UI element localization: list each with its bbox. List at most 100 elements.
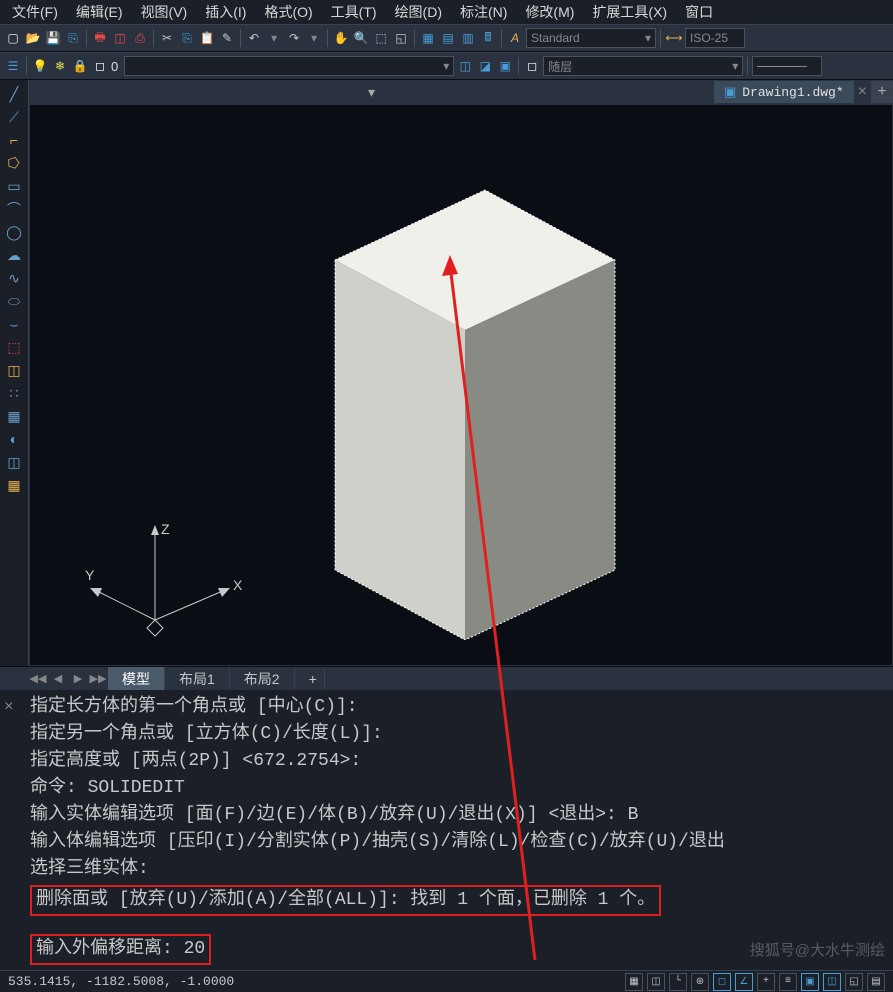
saveall-icon[interactable]: ⎘	[64, 29, 82, 47]
layout-tab-2[interactable]: 布局2	[230, 667, 295, 691]
zoom-prev-icon[interactable]: ◱	[392, 29, 410, 47]
layout-tab-1[interactable]: 布局1	[165, 667, 230, 691]
lineweight-dropdown[interactable]	[752, 56, 822, 76]
layer-lock-icon[interactable]: 🔒	[71, 57, 89, 75]
statusbar: 535.1415, -1182.5008, -1.0000 ▦ ◫ └ ⊛ ◻ …	[0, 970, 893, 992]
insert-icon[interactable]: ⬚	[2, 337, 26, 357]
textstyle-value: Standard	[531, 31, 580, 45]
match-icon[interactable]: ✎	[218, 29, 236, 47]
layer-dropdown[interactable]: ▾	[124, 56, 454, 76]
menu-modify[interactable]: 修改(M)	[517, 0, 582, 24]
rectangle-icon[interactable]: ▭	[2, 176, 26, 196]
nav-last-icon[interactable]: ▶▶	[88, 669, 108, 689]
publish-icon[interactable]: ⎙	[131, 29, 149, 47]
redo-dd-icon[interactable]: ▾	[305, 29, 323, 47]
point-icon[interactable]: ∷	[2, 383, 26, 403]
block-icon[interactable]: ◫	[2, 360, 26, 380]
polyline-icon[interactable]: ⌐	[2, 130, 26, 150]
layout-tabs: ◀◀ ◀ ▶ ▶▶ 模型 布局1 布局2 +	[0, 666, 893, 690]
layout-tab-model[interactable]: 模型	[108, 667, 165, 691]
spline-icon[interactable]: ∿	[2, 268, 26, 288]
nav-first-icon[interactable]: ◀◀	[28, 669, 48, 689]
layer-mgr-icon[interactable]: ☰	[4, 57, 22, 75]
pan-icon[interactable]: ✋	[332, 29, 350, 47]
menu-file[interactable]: 文件(F)	[4, 0, 66, 24]
cut-icon[interactable]: ✂	[158, 29, 176, 47]
zoom-win-icon[interactable]: ⬚	[372, 29, 390, 47]
tab-dropdown-icon[interactable]: ▾	[359, 82, 383, 102]
cmd-line: 命令: SOLIDEDIT	[30, 775, 885, 802]
redo-icon[interactable]: ↷	[285, 29, 303, 47]
file-tab[interactable]: ▣ Drawing1.dwg*	[714, 81, 854, 103]
gradient-icon[interactable]: ◐	[2, 429, 26, 449]
dimstyle-dropdown[interactable]: ISO-25	[685, 28, 745, 48]
ucs-y-label: Y	[85, 567, 95, 583]
circle-icon[interactable]: ◯	[2, 222, 26, 242]
dimstyle-value: ISO-25	[690, 31, 728, 45]
prop-icon[interactable]: ▦	[419, 29, 437, 47]
table-icon[interactable]: ▦	[2, 475, 26, 495]
menu-insert[interactable]: 插入(I)	[197, 0, 254, 24]
watermark-text: 搜狐号@大水牛测绘	[750, 939, 885, 960]
open-icon[interactable]: 📂	[24, 29, 42, 47]
bycolor-icon: ◻	[523, 57, 541, 75]
line-icon[interactable]: ╱	[2, 84, 26, 104]
draw-toolbar: ╱ ⟋ ⌐ ⭔ ▭ ⌒ ◯ ☁ ∿ ⬭ ⌣ ⬚ ◫ ∷ ▦ ◐ ◫ ▦	[0, 80, 28, 666]
tab-new-button[interactable]: +	[871, 81, 893, 103]
toolbar-layers: ☰ 💡 ❄ 🔒 ◻ 0 ▾ ◫ ◪ ▣ ◻ 随层 ▾	[0, 52, 893, 80]
menu-express[interactable]: 扩展工具(X)	[584, 0, 675, 24]
preview-icon[interactable]: ◫	[111, 29, 129, 47]
cmd-line: 指定高度或 [两点(2P)] <672.2754>:	[30, 748, 885, 775]
menu-dim[interactable]: 标注(N)	[452, 0, 515, 24]
tab-close-icon[interactable]: ×	[858, 83, 867, 101]
cmd-line: 输入体编辑选项 [压印(I)/分割实体(P)/抽壳(S)/清除(L)/检查(C)…	[30, 829, 885, 856]
model-viewport[interactable]: Z X Y	[29, 104, 893, 666]
main-area: ╱ ⟋ ⌐ ⭔ ▭ ⌒ ◯ ☁ ∿ ⬭ ⌣ ⬚ ◫ ∷ ▦ ◐ ◫ ▦ ▾ ▣ …	[0, 80, 893, 666]
tool-palette-icon[interactable]: ▥	[459, 29, 477, 47]
copy-icon[interactable]: ⎘	[178, 29, 196, 47]
xline-icon[interactable]: ⟋	[2, 107, 26, 127]
menu-edit[interactable]: 编辑(E)	[68, 0, 131, 24]
layer-freeze-icon[interactable]: ❄	[51, 57, 69, 75]
layout-tab-add[interactable]: +	[295, 669, 325, 689]
zoom-rt-icon[interactable]: 🔍	[352, 29, 370, 47]
layer-state-icon[interactable]: ◪	[476, 57, 494, 75]
command-window[interactable]: × 指定长方体的第一个角点或 [中心(C)]: 指定另一个角点或 [立方体(C)…	[0, 690, 893, 970]
paste-icon[interactable]: 📋	[198, 29, 216, 47]
undo-icon[interactable]: ↶	[245, 29, 263, 47]
new-icon[interactable]: ▢	[4, 29, 22, 47]
cmd-line: 选择三维实体:	[30, 856, 885, 883]
menu-tools[interactable]: 工具(T)	[323, 0, 385, 24]
cmd-line: 指定另一个角点或 [立方体(C)/长度(L)]:	[30, 721, 885, 748]
viewport-wrap: ▾ ▣ Drawing1.dwg* × + Z X	[28, 80, 893, 666]
textstyle-icon[interactable]: A	[506, 29, 524, 47]
ucs-z-label: Z	[161, 521, 170, 537]
menu-view[interactable]: 视图(V)	[133, 0, 196, 24]
color-dropdown[interactable]: 随层 ▾	[543, 56, 743, 76]
cmd-close-icon[interactable]: ×	[4, 694, 14, 721]
hatch-icon[interactable]: ▦	[2, 406, 26, 426]
arc-icon[interactable]: ⌒	[2, 199, 26, 219]
menu-window[interactable]: 窗口	[677, 0, 721, 24]
region-icon[interactable]: ◫	[2, 452, 26, 472]
chevron-down-icon: ▾	[732, 59, 738, 73]
print-icon[interactable]: 🖶	[91, 29, 109, 47]
layer-iso-icon[interactable]: ▣	[496, 57, 514, 75]
menu-format[interactable]: 格式(O)	[256, 0, 320, 24]
nav-next-icon[interactable]: ▶	[68, 669, 88, 689]
revcloud-icon[interactable]: ☁	[2, 245, 26, 265]
textstyle-dropdown[interactable]: Standard ▾	[526, 28, 656, 48]
polygon-icon[interactable]: ⭔	[2, 153, 26, 173]
design-icon[interactable]: ▤	[439, 29, 457, 47]
undo-dd-icon[interactable]: ▾	[265, 29, 283, 47]
dimstyle-icon[interactable]: ⟷	[665, 29, 683, 47]
calc-icon[interactable]: 🖩	[479, 29, 497, 47]
ellipse-arc-icon[interactable]: ⌣	[2, 314, 26, 334]
ellipse-icon[interactable]: ⬭	[2, 291, 26, 311]
menu-draw[interactable]: 绘图(D)	[387, 0, 450, 24]
nav-prev-icon[interactable]: ◀	[48, 669, 68, 689]
ucs-indicator: Z X Y	[85, 520, 255, 650]
layer-bulb-icon[interactable]: 💡	[31, 57, 49, 75]
save-icon[interactable]: 💾	[44, 29, 62, 47]
layer-prev-icon[interactable]: ◫	[456, 57, 474, 75]
